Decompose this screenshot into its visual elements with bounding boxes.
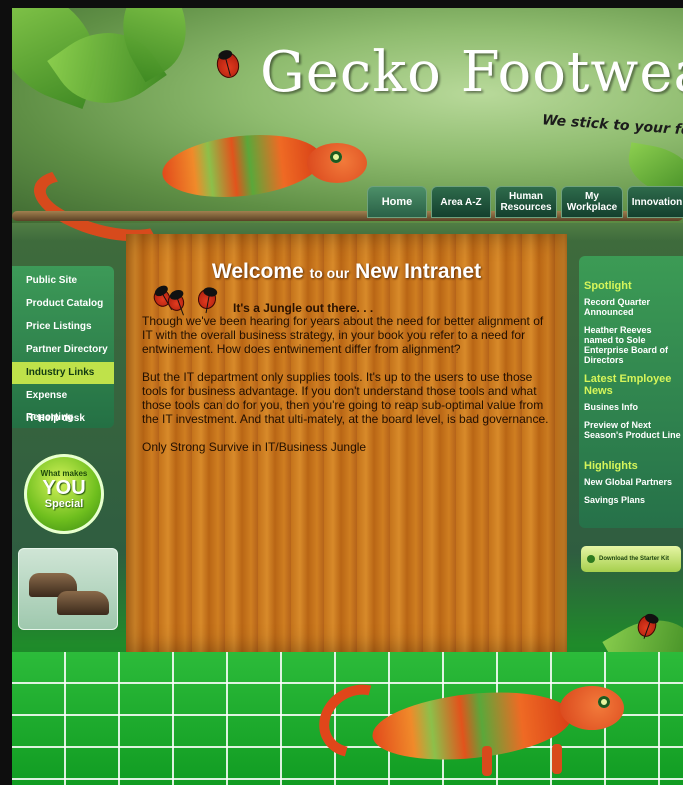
page: Gecko Footwear We stick to your feet Hom… <box>12 8 683 785</box>
promo-line3: Special <box>44 498 84 510</box>
what-makes-you-special-badge[interactable]: What makes YOU Special <box>24 454 104 534</box>
top-nav: Home Area A-Z Human Resources My Workpla… <box>367 186 683 218</box>
sidebar-item-industry-links[interactable]: Industry Links <box>12 362 114 384</box>
download-icon <box>587 555 595 563</box>
highlights-link[interactable]: New Global Partners <box>584 477 683 487</box>
welcome-word: Welcome <box>211 260 304 283</box>
news-link[interactable]: Preview of Next Season's Product Line <box>584 420 683 440</box>
spotlight-heading: Spotlight <box>584 280 632 292</box>
welcome-new-intranet: New Intranet <box>355 260 482 283</box>
welcome-to-our: to our <box>309 265 350 281</box>
tab-human-resources[interactable]: Human Resources <box>495 186 557 218</box>
sidebar-item-public-site[interactable]: Public Site <box>12 270 114 292</box>
sidebar-item-price-listings[interactable]: Price Listings <box>12 316 114 338</box>
ladybugs-decoration <box>150 286 224 314</box>
highlights-link[interactable]: Savings Plans <box>584 495 683 505</box>
tab-home[interactable]: Home <box>367 186 427 218</box>
tab-innovation[interactable]: Innovation <box>627 186 683 218</box>
welcome-heading: Welcome to our New Intranet <box>126 260 567 284</box>
boot-image <box>57 591 109 615</box>
main-content-panel: Welcome to our New Intranet It's a Jungl… <box>126 234 567 652</box>
site-logo[interactable]: Gecko Footwear <box>260 40 683 105</box>
sidebar-item-it-help-desk[interactable]: IT Help desk <box>12 408 114 430</box>
article-paragraph: Only Strong Survive in IT/Business Jungl… <box>142 440 367 454</box>
download-button-label: Download the Starter Kit <box>599 556 670 562</box>
sidebar-item-partner-directory[interactable]: Partner Directory <box>12 339 114 361</box>
tab-my-workplace[interactable]: My Workplace <box>561 186 623 218</box>
article-paragraph: Though we've been hearing for years abou… <box>142 314 544 356</box>
article-paragraph: But the IT department only supplies tool… <box>142 370 549 426</box>
sidebar-item-expense-reporting[interactable]: Expense Reporting <box>12 385 114 423</box>
site-tagline: We stick to your feet <box>541 112 683 140</box>
latest-news-heading: Latest Employee News <box>584 373 672 397</box>
product-image-boots[interactable] <box>18 548 118 630</box>
spotlight-link[interactable]: Heather Reeves named to Sole Enterprise … <box>584 325 683 365</box>
right-sidebar: Spotlight Record Quarter Announced Heath… <box>579 256 683 528</box>
highlights-heading: Highlights <box>584 460 638 472</box>
news-link[interactable]: Busines Info <box>584 402 683 412</box>
article-subheading: It's a Jungle out there. . . <box>233 301 374 315</box>
download-starter-kit-button[interactable]: Download the Starter Kit <box>581 546 681 572</box>
spotlight-link[interactable]: Record Quarter Announced <box>584 297 683 317</box>
left-sidebar-nav: Public Site Product Catalog Price Listin… <box>12 266 114 428</box>
ladybug-icon <box>214 49 242 81</box>
ladybug-icon <box>196 287 218 311</box>
article-body: Though we've been hearing for years abou… <box>142 314 556 468</box>
promo-line2: YOU <box>42 477 86 499</box>
tab-area-a-z[interactable]: Area A-Z <box>431 186 491 218</box>
sidebar-item-product-catalog[interactable]: Product Catalog <box>12 293 114 315</box>
